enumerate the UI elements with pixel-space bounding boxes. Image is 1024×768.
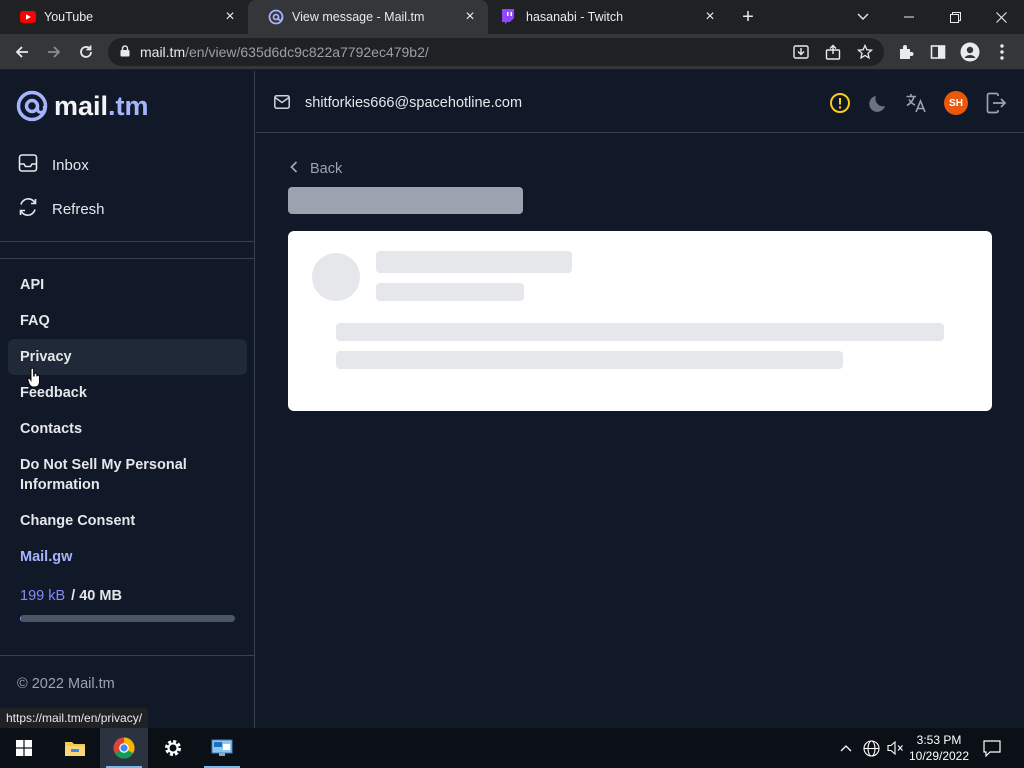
storage-progress-bar	[20, 615, 235, 622]
at-sign-icon	[16, 90, 48, 122]
notifications-icon[interactable]	[978, 728, 1006, 768]
close-tab-icon[interactable]: ×	[218, 5, 242, 29]
warning-icon[interactable]	[828, 91, 852, 115]
url-host: mail.tm	[140, 44, 186, 60]
forward-arrow-icon[interactable]	[41, 39, 67, 65]
file-explorer-icon[interactable]	[51, 728, 99, 768]
sidebar-divider	[0, 241, 255, 242]
reload-icon[interactable]	[73, 39, 99, 65]
account-email[interactable]: shitforkies666@spacehotline.com	[305, 95, 522, 111]
sidebar-item-label: Inbox	[52, 156, 89, 174]
address-bar[interactable]: mail.tm/en/view/635d6dc9c822a7792ec479b2…	[108, 38, 884, 66]
sidebar-item-inbox[interactable]: Inbox	[18, 153, 89, 177]
remote-desktop-icon[interactable]	[198, 728, 246, 768]
status-url: https://mail.tm/en/privacy/	[0, 708, 149, 728]
sidebar-divider	[0, 258, 255, 259]
copyright: © 2022 Mail.tm	[17, 676, 115, 692]
network-globe-icon[interactable]	[860, 728, 882, 768]
extensions-icon[interactable]	[893, 39, 919, 65]
tab-mail-tm[interactable]: View message - Mail.tm ×	[248, 0, 488, 34]
link-do-not-sell[interactable]: Do Not Sell My Personal Information	[20, 455, 220, 495]
chrome-icon[interactable]	[100, 728, 148, 768]
logo-text: mail.tm	[54, 90, 149, 121]
inbox-icon	[18, 153, 38, 177]
hand-cursor-icon	[27, 367, 41, 393]
twitch-icon	[500, 9, 516, 25]
settings-gear-icon[interactable]	[149, 728, 197, 768]
storage-used: 199 kB	[20, 588, 66, 604]
back-link[interactable]: Back	[290, 161, 342, 177]
link-contacts[interactable]: Contacts	[20, 419, 82, 439]
tab-search-icon[interactable]	[840, 0, 886, 34]
link-change-consent[interactable]: Change Consent	[20, 511, 135, 531]
close-window-icon[interactable]	[978, 0, 1024, 34]
body-line-skeleton	[336, 323, 944, 341]
date-skeleton	[376, 283, 524, 301]
dark-mode-moon-icon[interactable]	[867, 91, 891, 115]
restore-icon[interactable]	[932, 0, 978, 34]
avatar[interactable]: SH	[944, 91, 968, 115]
share-icon[interactable]	[825, 44, 841, 60]
chevron-left-icon	[290, 161, 298, 177]
logout-icon[interactable]	[984, 91, 1008, 115]
profile-icon[interactable]	[957, 39, 983, 65]
bookmark-star-icon[interactable]	[857, 44, 873, 60]
tab-youtube[interactable]: YouTube ×	[0, 0, 248, 34]
avatar-skeleton	[312, 253, 360, 301]
link-api[interactable]: API	[20, 275, 44, 295]
header: shitforkies666@spacehotline.com SH	[256, 71, 1024, 133]
storage-usage: 199 kB / 40 MB	[20, 588, 122, 604]
tab-title: hasanabi - Twitch	[526, 10, 624, 24]
link-mail-gw[interactable]: Mail.gw	[20, 547, 72, 567]
volume-muted-icon[interactable]	[884, 728, 906, 768]
sidebar-divider	[0, 655, 255, 656]
sender-skeleton	[376, 251, 572, 273]
message-card-skeleton	[288, 231, 992, 411]
clock-time: 3:53 PM	[916, 733, 962, 747]
refresh-icon	[18, 197, 38, 221]
sidebar: mail.tm Inbox Refresh API FAQ Privacy Fe…	[0, 71, 255, 728]
lock-icon[interactable]	[120, 44, 130, 60]
tab-title: YouTube	[44, 10, 94, 24]
sidebar-item-label: Refresh	[52, 200, 105, 218]
side-panel-icon[interactable]	[925, 39, 951, 65]
install-app-icon[interactable]	[793, 44, 809, 60]
close-tab-icon[interactable]: ×	[698, 5, 722, 29]
body-line-skeleton	[336, 351, 843, 369]
mail-tm-icon	[268, 9, 284, 25]
link-privacy[interactable]: Privacy	[8, 339, 247, 375]
subject-skeleton	[288, 187, 523, 214]
translate-icon[interactable]	[904, 91, 928, 115]
browser-tab-bar: YouTube × View message - Mail.tm × hasan…	[0, 0, 1024, 34]
close-tab-icon[interactable]: ×	[458, 5, 482, 29]
windows-start-icon[interactable]	[0, 728, 48, 768]
new-tab-button[interactable]: +	[736, 5, 760, 29]
tab-twitch[interactable]: hasanabi - Twitch ×	[488, 0, 728, 34]
browser-toolbar: mail.tm/en/view/635d6dc9c822a7792ec479b2…	[0, 34, 1024, 70]
mail-tm-logo[interactable]: mail.tm	[16, 90, 149, 122]
taskbar: 3:53 PM 10/29/2022	[0, 728, 1024, 768]
back-arrow-icon[interactable]	[9, 39, 35, 65]
storage-total: / 40 MB	[71, 588, 122, 604]
minimize-icon[interactable]	[886, 0, 932, 34]
message-view: Back	[256, 134, 1024, 728]
chevron-up-icon[interactable]	[836, 728, 856, 768]
browser-menu-icon[interactable]	[989, 39, 1015, 65]
storage-progress-fill	[20, 615, 22, 622]
url-path: /en/view/635d6dc9c822a7792ec479b2/	[185, 44, 429, 60]
tab-title: View message - Mail.tm	[292, 10, 425, 24]
link-faq[interactable]: FAQ	[20, 311, 50, 331]
taskbar-clock[interactable]: 3:53 PM 10/29/2022	[906, 732, 972, 764]
mail-icon	[274, 95, 290, 114]
back-label: Back	[310, 161, 343, 177]
youtube-icon	[20, 9, 36, 25]
sidebar-item-refresh[interactable]: Refresh	[18, 197, 105, 221]
clock-date: 10/29/2022	[908, 749, 970, 763]
